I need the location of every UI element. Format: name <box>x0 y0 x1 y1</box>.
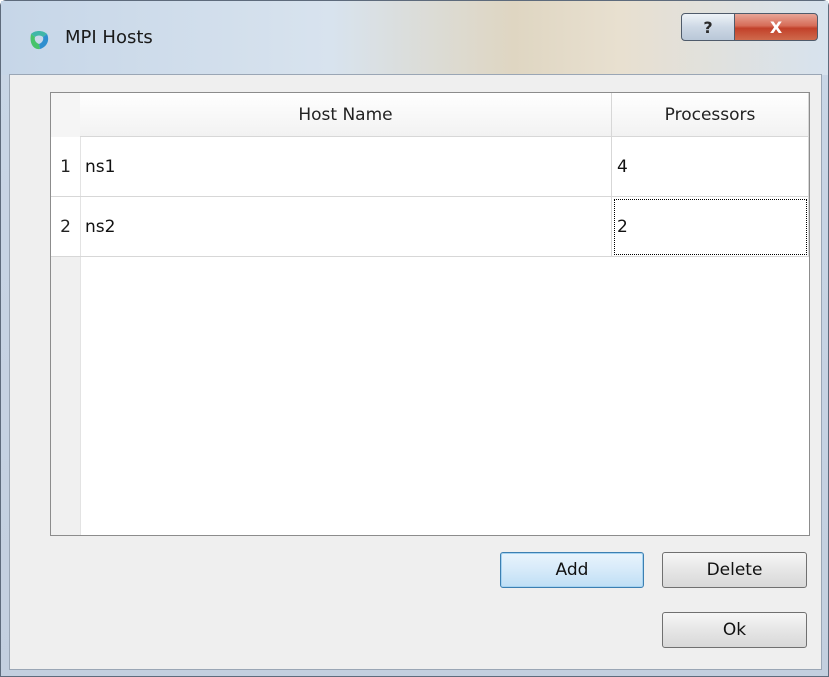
delete-button[interactable]: Delete <box>662 552 807 588</box>
table-cell-host[interactable]: ns2 <box>80 197 612 257</box>
close-icon: X <box>769 17 783 37</box>
column-header-host-name[interactable]: Host Name <box>80 93 612 137</box>
row-header-2[interactable]: 2 <box>51 197 80 257</box>
mpi-hosts-dialog: MPI Hosts ? X Host Name Processors 1 ns1… <box>0 0 829 677</box>
help-button[interactable]: ? <box>681 13 735 41</box>
table-cell-host[interactable]: ns1 <box>80 137 612 197</box>
column-header-processors[interactable]: Processors <box>612 93 809 137</box>
title-bar[interactable]: MPI Hosts ? X <box>1 1 828 75</box>
close-button[interactable]: X <box>734 13 818 41</box>
hosts-table[interactable]: Host Name Processors 1 ns1 4 2 ns2 2 <box>50 92 810 536</box>
ok-button[interactable]: Ok <box>662 612 807 648</box>
app-icon <box>30 31 49 50</box>
help-icon: ? <box>703 17 713 37</box>
table-cell-processors[interactable]: 2 <box>612 197 809 257</box>
table-cell-processors[interactable]: 4 <box>612 137 809 197</box>
row-header-1[interactable]: 1 <box>51 137 80 197</box>
window-title: MPI Hosts <box>65 27 153 48</box>
add-button[interactable]: Add <box>500 552 644 588</box>
table-corner[interactable] <box>51 93 81 138</box>
